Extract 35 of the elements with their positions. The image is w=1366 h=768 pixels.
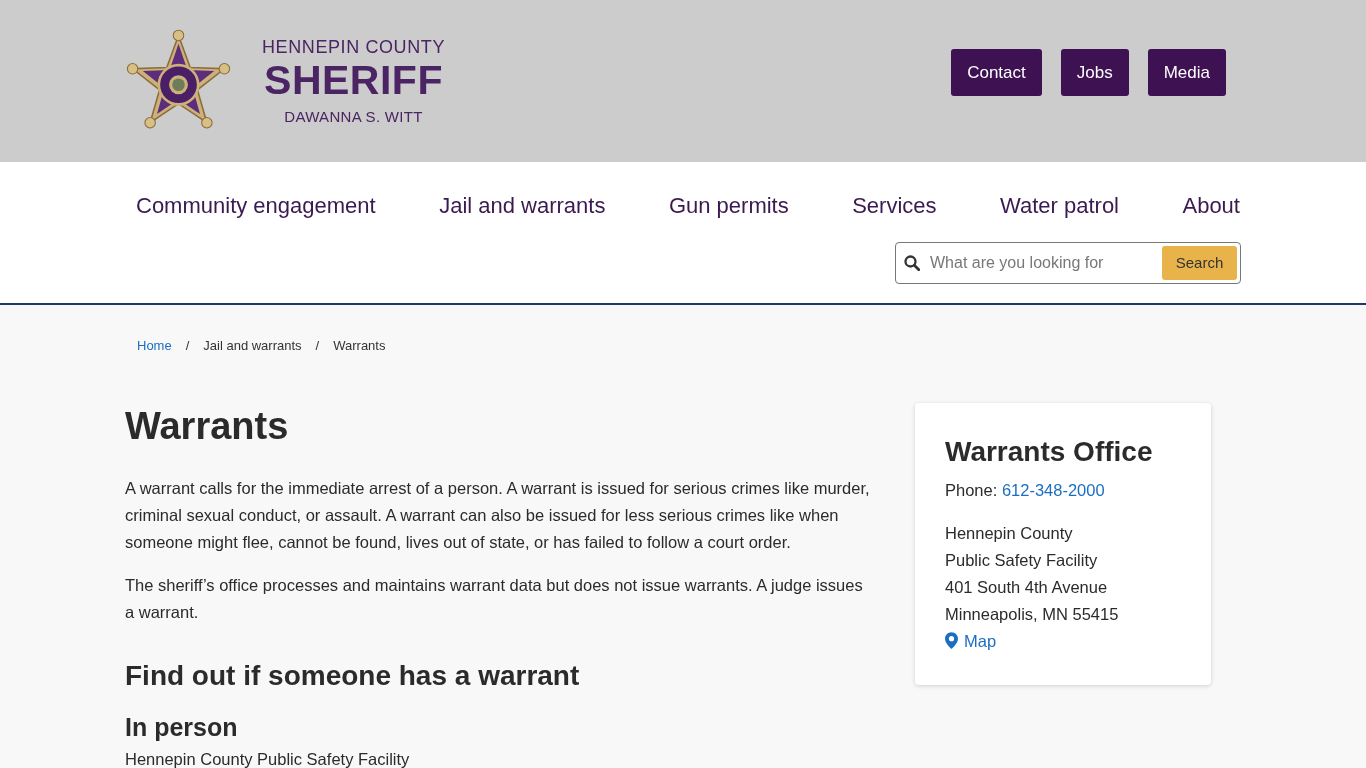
nav-link[interactable]: Services [852,193,937,218]
nav-link[interactable]: Water patrol [1000,193,1119,218]
breadcrumb-link[interactable]: Home [137,336,172,356]
star-badge-icon [125,29,232,130]
nav-link[interactable]: Gun permits [668,193,789,218]
body-paragraph: The sheriff’s office processes and maintains warrant data but does not issue warrants. A judge issues a warrant. [125,575,864,623]
map-link[interactable]: Map [945,632,997,650]
logo-name-text: DAWANNA S. WITT [284,108,423,124]
address-line: Hennepin County [945,523,1074,544]
body-paragraph: Hennepin County Public Safety Facility [125,751,411,767]
page-title: Warrants [125,404,290,449]
map-pin-icon [945,632,958,649]
address-line: Minneapolis, MN 55415 [945,604,1120,625]
header-button[interactable]: Media [1147,49,1226,96]
header-button[interactable]: Contact [951,49,1042,96]
nav-link[interactable]: About [1182,193,1240,218]
body-paragraph: A warrant calls for the immediate arrest of a person. A warrant is issued for serious crimes like murder, criminal sexual conduct, or assault. A warrant can also be issued for less serious crimes like when someone might flee, cannot be found, lives out of state, or has failed to follow a court order. [125,478,870,553]
logo-title: SHERIFF [264,59,443,101]
phone-link[interactable]: 612-348-2000 [1001,481,1105,499]
breadcrumb-text: Warrants [333,337,386,355]
search-button[interactable]: Search [1162,246,1237,280]
address-line: 401 South 4th Avenue [945,577,1109,598]
address-line: Public Safety Facility [945,550,1099,571]
breadcrumb-separator: / [185,337,190,355]
breadcrumb-text: Jail and warrants [203,337,302,355]
nav-link[interactable]: Jail and warrants [439,193,606,218]
card-title: Warrants Office [945,435,1154,469]
logo-county-text: HENNEPIN COUNTY [262,37,445,56]
header-button[interactable]: Jobs [1060,49,1129,96]
nav-link[interactable]: Community engagement [136,193,376,218]
breadcrumb-separator: / [315,337,320,355]
search-icon [904,255,920,271]
section-heading: Find out if someone has a warrant [125,659,581,693]
subsection-heading: In person [125,712,239,743]
phone-label: Phone: [945,481,998,499]
